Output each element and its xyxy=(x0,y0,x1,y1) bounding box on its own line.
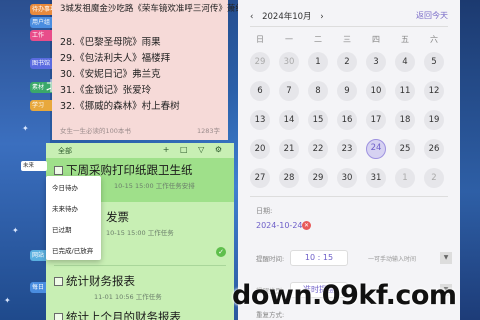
remind-time-label: 提醒时间: xyxy=(256,255,285,263)
task-title: 统计财务报表 xyxy=(66,274,135,288)
clear-date-icon[interactable]: ✕ xyxy=(302,221,311,230)
task-item[interactable]: 发票 10-15 15:00 工作任务 xyxy=(106,209,226,237)
divider xyxy=(250,196,448,197)
task-meta: 10-15 15:00 工作任务 xyxy=(106,229,174,237)
calendar-day[interactable]: 17 xyxy=(366,110,386,130)
todo-filter-all[interactable]: 全部 xyxy=(58,146,72,156)
divider xyxy=(250,26,448,27)
remind-time-hint: 一可手动输入时间 xyxy=(368,256,417,263)
weekday-header: 二 xyxy=(314,35,322,44)
note-word-count: 1283字 xyxy=(196,127,220,135)
date-label: 日期: xyxy=(256,207,273,215)
calendar-day[interactable]: 29 xyxy=(308,168,328,188)
calendar-day[interactable]: 11 xyxy=(395,81,415,101)
prev-month-icon[interactable]: ‹ xyxy=(250,12,253,22)
todo-toolbar-icons[interactable]: + □ ▽ ⚙ xyxy=(163,145,226,154)
task-checkbox[interactable] xyxy=(54,166,63,175)
remind-time-input[interactable]: 10 : 15 xyxy=(290,250,348,266)
task-item[interactable]: 统计上个月的财务报表 xyxy=(54,309,226,320)
calendar-day[interactable]: 2 xyxy=(424,168,444,188)
next-month-icon[interactable]: › xyxy=(320,12,323,22)
note-line: 29.《包法利夫人》福楼拜 xyxy=(60,53,171,64)
calendar-day[interactable]: 24 xyxy=(366,139,386,159)
site-watermark: down.09kf.com xyxy=(232,280,457,311)
calendar-day[interactable]: 18 xyxy=(395,110,415,130)
calendar-day[interactable]: 15 xyxy=(308,110,328,130)
note-line: 28.《巴黎圣母院》雨果 xyxy=(60,37,161,48)
task-checkbox[interactable] xyxy=(54,313,63,320)
calendar-day[interactable]: 21 xyxy=(279,139,299,159)
divider xyxy=(54,265,226,266)
calendar-day[interactable]: 1 xyxy=(308,52,328,72)
filter-dropdown-menu: 今日待办 未来待办 已过期 已完成/已放弃 xyxy=(46,176,101,260)
sparkle-icon: ✦ xyxy=(12,226,19,235)
filter-option[interactable]: 未来待办 xyxy=(52,203,78,213)
filter-option[interactable]: 已完成/已放弃 xyxy=(52,245,93,255)
weekday-header: 日 xyxy=(256,35,264,44)
sticky-note-booklist[interactable]: 3城发祖魔金沙吃路《荣车镜欢准呼三河传》萧红 28.《巴黎圣母院》雨果 29.《… xyxy=(52,0,244,140)
task-title: 发票 xyxy=(106,210,129,224)
task-title: 下周采购打印纸跟卫生纸 xyxy=(66,163,193,177)
weekday-header: 五 xyxy=(401,35,409,44)
desktop-background-right xyxy=(460,0,480,320)
calendar-day[interactable]: 16 xyxy=(337,110,357,130)
calendar-day[interactable]: 14 xyxy=(279,110,299,130)
task-title: 统计上个月的财务报表 xyxy=(66,310,181,320)
task-meta: 11-01 10:56 工作任务 xyxy=(94,293,162,301)
calendar-day[interactable]: 26 xyxy=(424,139,444,159)
filter-option[interactable]: 已过期 xyxy=(52,224,72,234)
note-line: 30.《安妮日记》弗兰克 xyxy=(60,69,161,80)
check-icon[interactable]: ✓ xyxy=(216,247,226,257)
weekday-header: 三 xyxy=(343,35,351,44)
calendar-day[interactable]: 20 xyxy=(250,139,270,159)
calendar-day[interactable]: 9 xyxy=(337,81,357,101)
calendar-day[interactable]: 28 xyxy=(279,168,299,188)
task-checkbox[interactable] xyxy=(54,277,63,286)
date-picker-panel: ‹ 2024年10月 › 返回今天 日一二三四五六 29 30 1 2 3 4 5 6 7 8 9 1… xyxy=(238,0,460,320)
calendar-day[interactable]: 5 xyxy=(424,52,444,72)
chevron-down-icon[interactable]: ▼ xyxy=(440,252,452,264)
weekday-header: 四 xyxy=(372,35,380,44)
month-nav: ‹ 2024年10月 › xyxy=(250,10,324,22)
note-line: 3城发祖魔金沙吃路《荣车镜欢准呼三河传》萧红 xyxy=(60,4,244,14)
remind-time-row: 提醒时间: 10 : 15 一可手动输入时间 ▼ xyxy=(256,250,452,266)
back-to-today-link[interactable]: 返回今天 xyxy=(416,10,448,21)
calendar-day[interactable]: 29 xyxy=(250,52,270,72)
calendar-day[interactable]: 31 xyxy=(366,168,386,188)
calendar-day[interactable]: 6 xyxy=(250,81,270,101)
calendar-day[interactable]: 25 xyxy=(395,139,415,159)
sparkle-icon: ✦ xyxy=(22,124,29,133)
calendar-day[interactable]: 4 xyxy=(395,52,415,72)
calendar-day[interactable]: 22 xyxy=(308,139,328,159)
sparkle-icon: ✦ xyxy=(4,296,11,305)
note-title: 女生一生必读的100本书 xyxy=(60,127,131,135)
calendar-day[interactable]: 27 xyxy=(250,168,270,188)
calendar-day[interactable]: 10 xyxy=(366,81,386,101)
calendar-day[interactable]: 7 xyxy=(279,81,299,101)
weekday-header: 六 xyxy=(430,35,438,44)
task-item[interactable]: 统计财务报表 11-01 10:56 工作任务 xyxy=(54,273,226,301)
calendar-day[interactable]: 2 xyxy=(337,52,357,72)
note-line: 31.《金锁记》张爱玲 xyxy=(60,85,152,96)
calendar-day[interactable]: 13 xyxy=(250,110,270,130)
todo-header: 全部 + □ ▽ ⚙ xyxy=(46,143,234,157)
note-line: 32.《挪威的森林》村上春树 xyxy=(60,101,180,112)
weekday-header: 一 xyxy=(285,35,293,44)
todo-filter-select[interactable]: 未来 xyxy=(21,161,47,171)
calendar-day[interactable]: 23 xyxy=(337,139,357,159)
calendar-day[interactable]: 30 xyxy=(337,168,357,188)
month-title: 2024年10月 xyxy=(262,12,312,22)
calendar-day[interactable]: 8 xyxy=(308,81,328,101)
calendar-day[interactable]: 1 xyxy=(395,168,415,188)
calendar-day[interactable]: 30 xyxy=(279,52,299,72)
date-value: 2024-10-24 xyxy=(256,221,303,230)
calendar-day[interactable]: 3 xyxy=(366,52,386,72)
calendar-day[interactable]: 19 xyxy=(424,110,444,130)
desktop-background xyxy=(0,0,50,320)
filter-option[interactable]: 今日待办 xyxy=(52,182,78,192)
calendar-day[interactable]: 12 xyxy=(424,81,444,101)
